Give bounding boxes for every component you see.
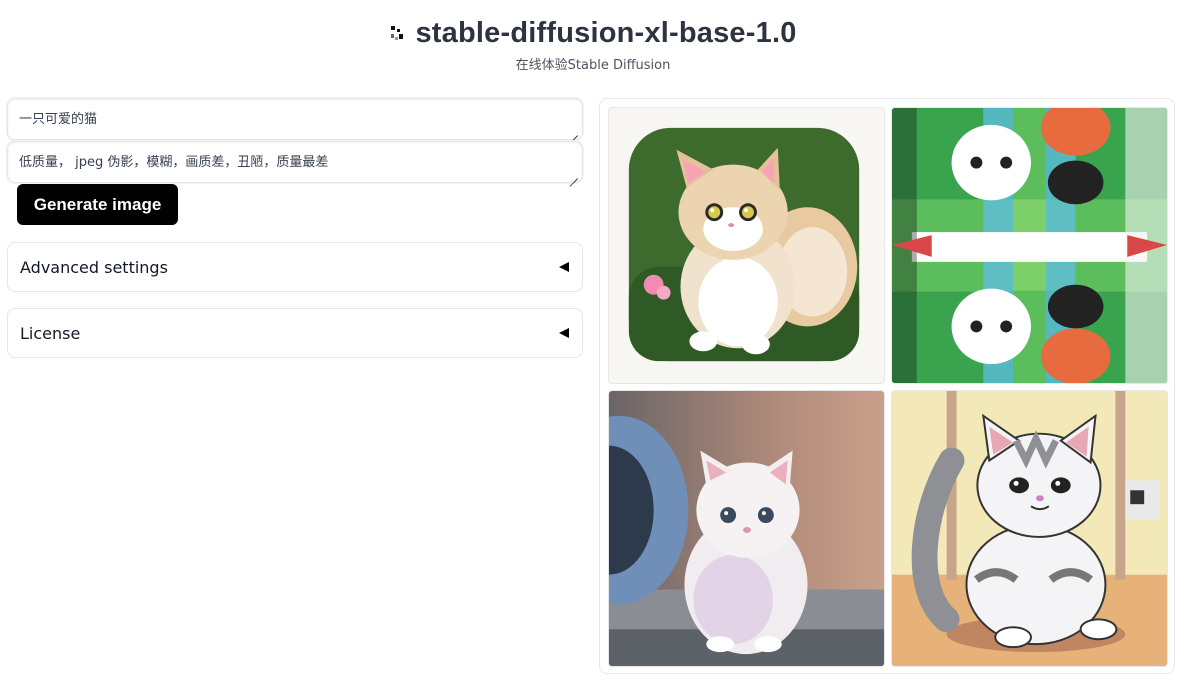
accordion-label: License (20, 323, 81, 343)
triangle-left-icon (559, 262, 569, 272)
page-header: stable-diffusion-xl-base-1.0 在线体验Stable … (0, 14, 1186, 73)
accordion-label: Advanced settings (20, 257, 168, 277)
resize-handle-icon[interactable] (569, 127, 578, 136)
gallery-image-2[interactable] (891, 107, 1168, 384)
resize-handle-icon[interactable] (569, 170, 578, 179)
prompt-input[interactable] (8, 99, 582, 139)
gallery-image-3[interactable] (608, 390, 885, 667)
image-gallery (599, 98, 1175, 674)
input-panel: Generate image Advanced settings License (7, 98, 583, 358)
cartoon-cat-image (892, 391, 1167, 666)
negative-prompt-input[interactable] (8, 142, 582, 182)
gallery-image-1[interactable] (608, 107, 885, 384)
gallery-image-4[interactable] (891, 390, 1168, 667)
pixel-logo-icon (389, 25, 405, 41)
triangle-left-icon (559, 328, 569, 338)
page-subtitle: 在线体验Stable Diffusion (515, 58, 671, 73)
prompt-field (7, 98, 583, 140)
cartoon-kitten-image (609, 108, 884, 383)
license-accordion[interactable]: License (7, 308, 583, 358)
page-title: stable-diffusion-xl-base-1.0 (415, 16, 797, 49)
white-kitten-image (609, 391, 884, 666)
cat-pattern-image (892, 108, 1167, 383)
generate-image-button[interactable]: Generate image (17, 184, 178, 225)
advanced-settings-accordion[interactable]: Advanced settings (7, 242, 583, 292)
negative-prompt-field (7, 141, 583, 183)
